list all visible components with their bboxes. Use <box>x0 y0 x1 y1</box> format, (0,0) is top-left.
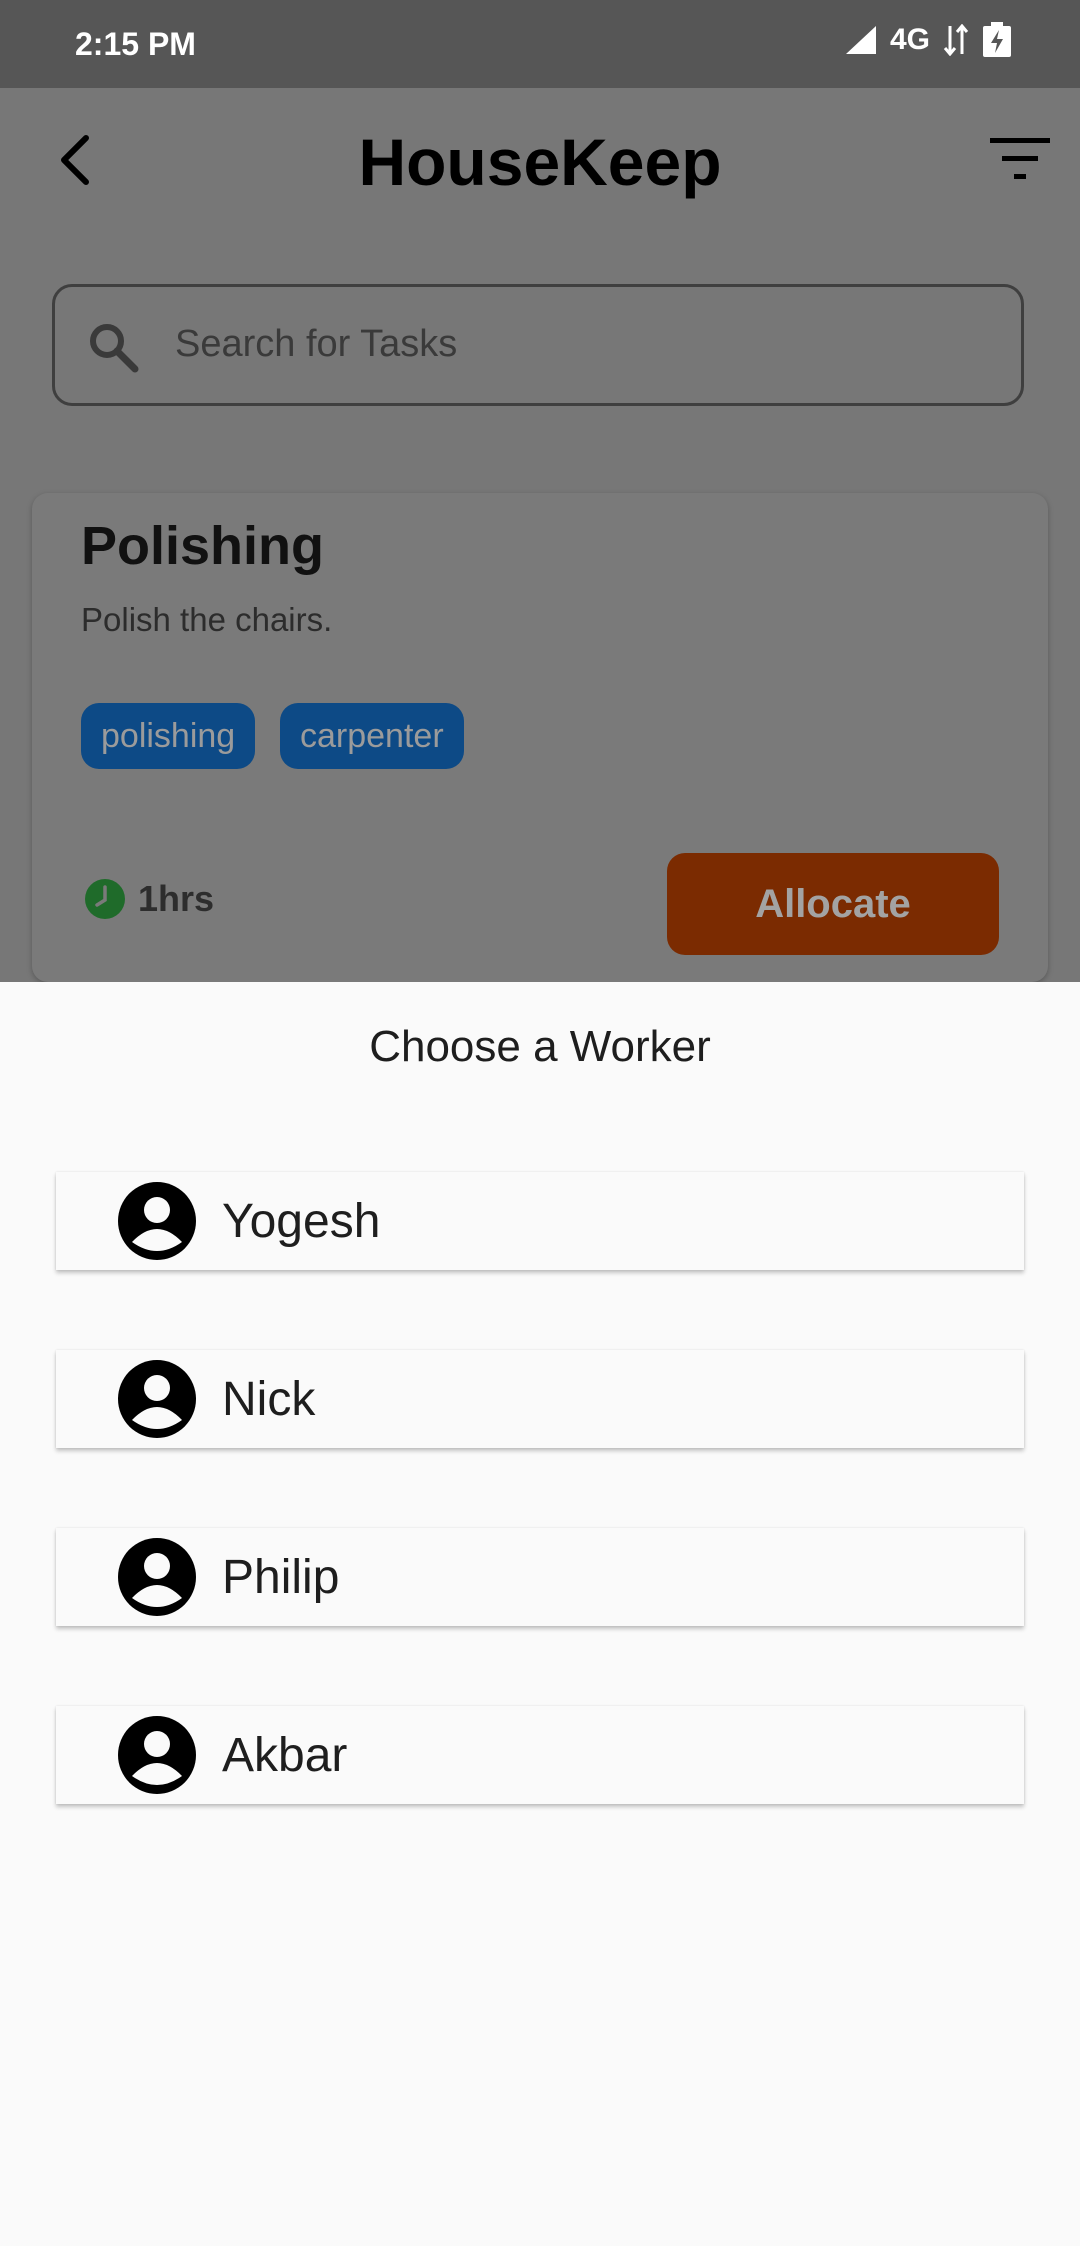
search-input[interactable]: Search for Tasks <box>52 284 1024 406</box>
task-description: Polish the chairs. <box>81 601 333 638</box>
worker-name: Yogesh <box>222 1195 381 1248</box>
app-title: HouseKeep <box>358 125 722 199</box>
network-type: 4G <box>889 23 930 56</box>
battery-charging-icon <box>983 22 1011 57</box>
worker-item-akbar[interactable]: Akbar <box>56 1706 1024 1804</box>
status-bar: 2:15 PM 4G <box>0 0 1080 88</box>
worker-item-philip[interactable]: Philip <box>56 1528 1024 1626</box>
app-background-scrim: HouseKeep Search for Tasks Polishing Pol… <box>0 88 1080 982</box>
task-card[interactable]: Polishing Polish the chairs. polishing c… <box>32 493 1048 982</box>
task-title: Polishing <box>81 516 324 576</box>
allocate-button[interactable]: Allocate <box>667 853 999 955</box>
worker-name: Akbar <box>222 1729 348 1782</box>
search-icon <box>90 324 139 373</box>
data-transfer-icon <box>943 24 969 56</box>
status-time: 2:15 PM <box>75 26 196 62</box>
app-bar: HouseKeep <box>0 88 1080 233</box>
sheet-title: Choose a Worker <box>369 1022 711 1071</box>
avatar-icon <box>118 1716 196 1794</box>
worker-item-yogesh[interactable]: Yogesh <box>56 1172 1024 1270</box>
avatar-icon <box>118 1538 196 1616</box>
worker-name: Philip <box>222 1551 340 1604</box>
status-icons: 4G <box>844 22 1012 58</box>
choose-worker-sheet: Choose a Worker Yogesh Nick Philip Akbar <box>0 982 1080 2246</box>
duration-text: 1hrs <box>138 878 215 919</box>
tag-polishing: polishing <box>81 703 256 769</box>
worker-name: Nick <box>222 1373 316 1426</box>
tag-carpenter: carpenter <box>280 703 464 769</box>
avatar-icon <box>118 1182 196 1260</box>
filter-icon[interactable] <box>990 136 1050 182</box>
worker-item-nick[interactable]: Nick <box>56 1350 1024 1448</box>
task-duration: 1hrs <box>84 878 214 920</box>
clock-icon <box>85 879 125 919</box>
avatar-icon <box>118 1360 196 1438</box>
signal-icon <box>845 26 876 54</box>
search-placeholder: Search for Tasks <box>175 323 458 365</box>
